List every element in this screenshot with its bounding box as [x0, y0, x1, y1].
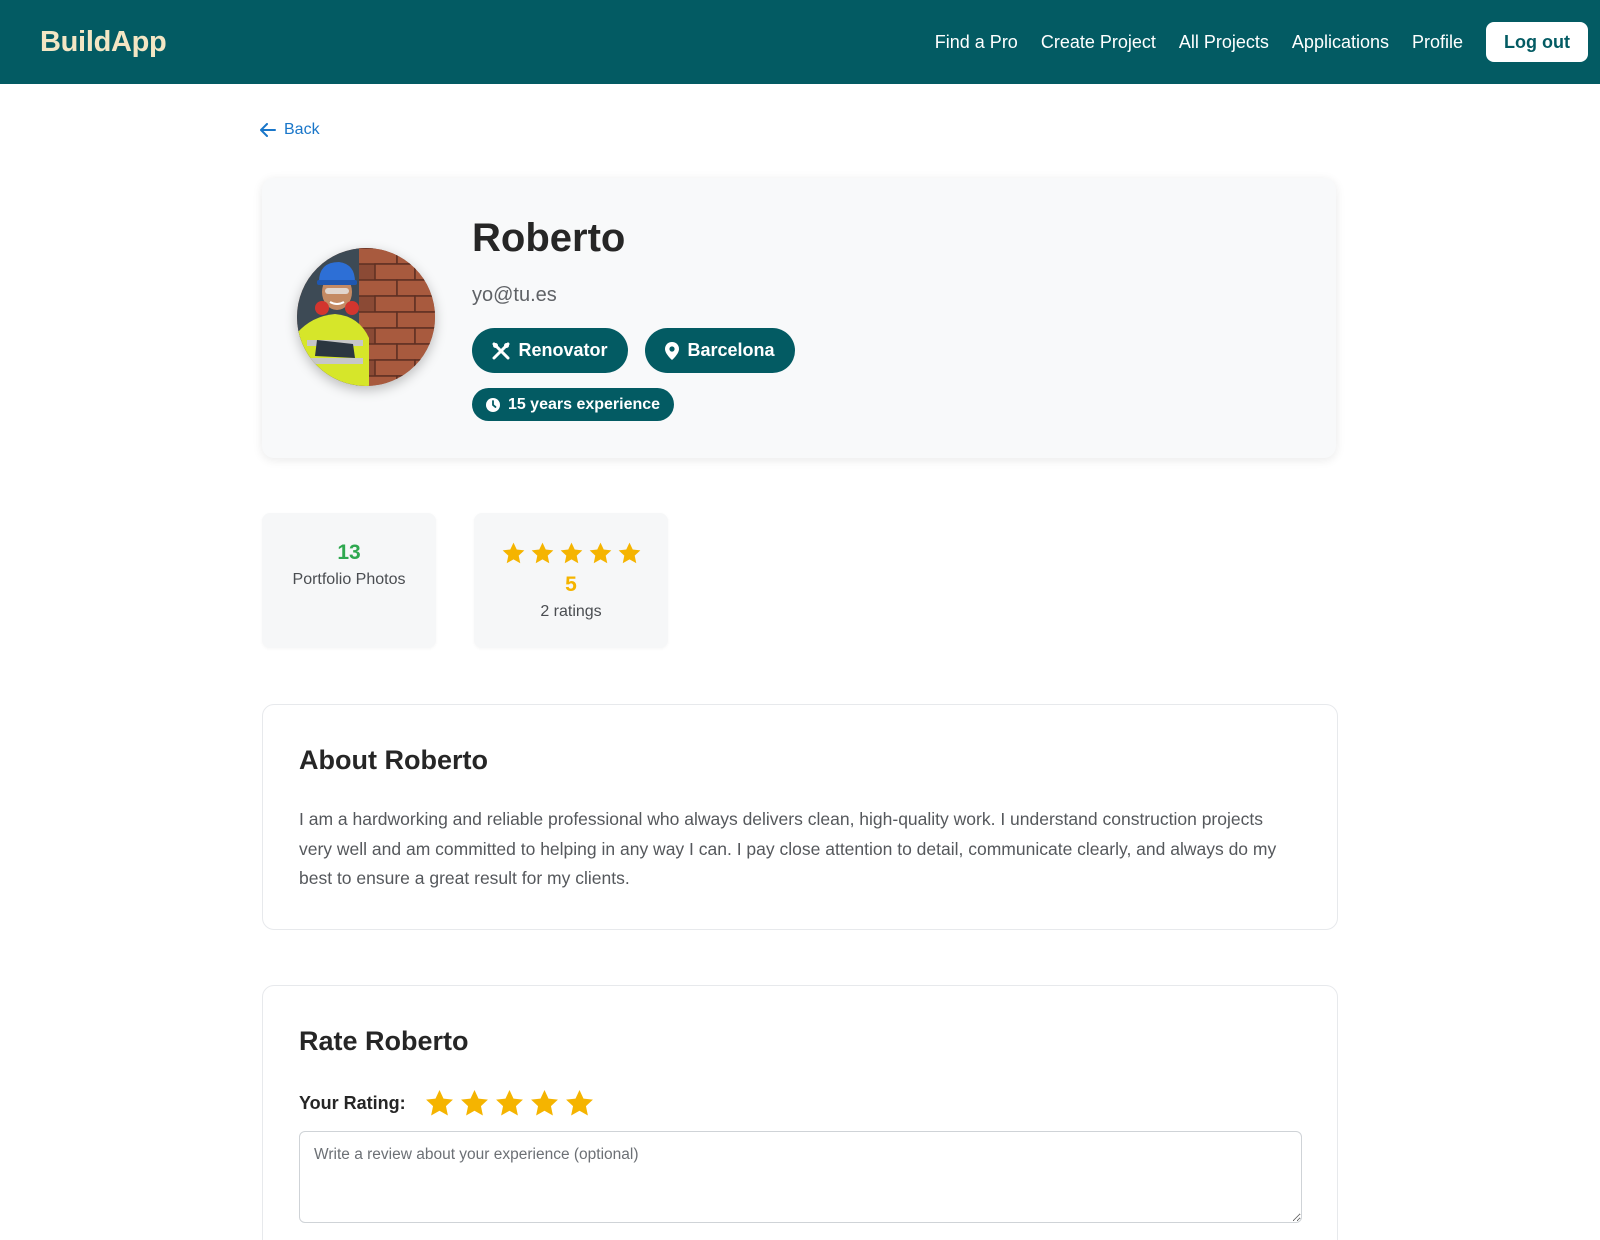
star-icon[interactable] — [424, 1088, 455, 1119]
about-text: I am a hardworking and reliable professi… — [299, 809, 1277, 888]
rating-stars — [474, 541, 668, 566]
brand-logo[interactable]: BuildApp — [40, 26, 167, 59]
city-badge: Barcelona — [645, 328, 795, 373]
about-section: About Roberto I am a hardworking and rel… — [262, 704, 1338, 930]
star-icon[interactable] — [494, 1088, 525, 1119]
star-icon — [531, 542, 553, 564]
rating-value: 5 — [565, 573, 577, 596]
clock-icon — [485, 397, 500, 412]
star-icon — [560, 542, 582, 564]
back-link[interactable]: Back — [260, 121, 320, 139]
your-rating-label: Your Rating: — [299, 1093, 406, 1113]
city-label: Barcelona — [687, 340, 775, 360]
tools-icon — [492, 342, 510, 359]
nav-applications[interactable]: Applications — [1292, 32, 1389, 53]
nav-find-a-pro[interactable]: Find a Pro — [935, 32, 1018, 53]
rating-input-stars — [424, 1088, 599, 1119]
logout-button[interactable]: Log out — [1486, 22, 1588, 62]
arrow-left-icon — [260, 123, 276, 137]
review-textarea[interactable] — [299, 1131, 1302, 1223]
portfolio-label: Portfolio Photos — [292, 571, 406, 588]
profile-card: Roberto yo@tu.es Renovator Barcelona 15 … — [262, 178, 1336, 458]
role-badge: Renovator — [472, 328, 628, 373]
star-icon — [502, 542, 524, 564]
portfolio-stat: 13 Portfolio Photos — [262, 513, 436, 648]
rating-count: 2 ratings — [540, 603, 602, 620]
about-title: About Roberto — [299, 745, 488, 775]
star-icon[interactable] — [529, 1088, 560, 1119]
star-icon[interactable] — [459, 1088, 490, 1119]
experience-label: 15 years experience — [507, 395, 661, 413]
profile-email: yo@tu.es — [472, 284, 557, 306]
profile-name: Roberto — [472, 216, 626, 260]
nav-profile[interactable]: Profile — [1412, 32, 1463, 53]
experience-badge: 15 years experience — [472, 388, 674, 421]
star-icon[interactable] — [564, 1088, 595, 1119]
nav-all-projects[interactable]: All Projects — [1179, 32, 1269, 53]
nav-create-project[interactable]: Create Project — [1041, 32, 1156, 53]
avatar — [297, 248, 435, 386]
back-label: Back — [284, 121, 320, 138]
rate-title: Rate Roberto — [299, 1026, 469, 1056]
star-icon — [618, 542, 640, 564]
map-pin-icon — [665, 341, 680, 360]
role-label: Renovator — [518, 340, 608, 360]
rate-section: Rate Roberto Your Rating: — [262, 985, 1338, 1240]
main-nav: Find a Pro Create Project All Projects A… — [912, 22, 1588, 62]
rating-stat: 5 2 ratings — [474, 513, 668, 648]
your-rating-row: Your Rating: — [299, 1088, 599, 1119]
star-icon — [589, 542, 611, 564]
top-navbar: BuildApp Find a Pro Create Project All P… — [0, 0, 1600, 84]
portfolio-count: 13 — [337, 541, 361, 564]
